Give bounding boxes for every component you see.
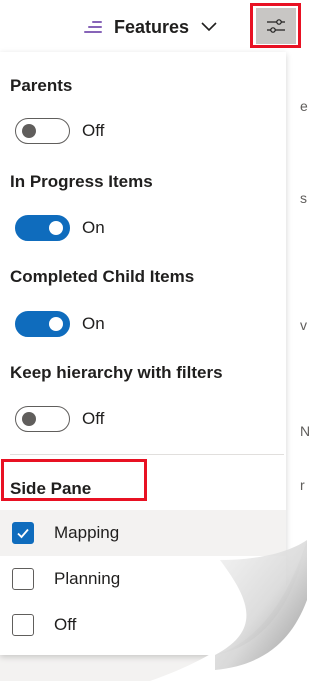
side-pane-title: Side Pane: [10, 479, 92, 498]
completed-child-items-title: Completed Child Items: [10, 267, 195, 286]
background-text: r: [300, 477, 305, 493]
checkbox[interactable]: [12, 568, 34, 590]
keep-hierarchy-toggle[interactable]: Off: [15, 406, 104, 432]
checkmark-icon: [17, 528, 29, 539]
completed-child-items-toggle[interactable]: On: [15, 311, 105, 337]
list-icon: [84, 20, 102, 34]
option-label: Planning: [54, 569, 121, 588]
toggle-state-label: On: [82, 314, 105, 333]
background-text: N: [300, 423, 311, 439]
option-label: Mapping: [54, 523, 120, 542]
option-label: Off: [54, 615, 77, 634]
checkbox[interactable]: [12, 614, 34, 636]
toggle-state-label: On: [82, 218, 105, 237]
parents-toggle[interactable]: Off: [15, 118, 104, 144]
checkbox[interactable]: [12, 522, 34, 544]
keep-hierarchy-title: Keep hierarchy with filters: [10, 363, 223, 382]
background-text: s: [300, 190, 307, 206]
side-pane-option-planning[interactable]: Planning: [0, 556, 286, 602]
parents-title: Parents: [10, 76, 73, 95]
toggle-switch[interactable]: [15, 311, 70, 337]
view-selector[interactable]: Features: [84, 10, 217, 44]
chevron-down-icon: [201, 22, 217, 32]
in-progress-items-title: In Progress Items: [10, 172, 153, 191]
side-pane-option-mapping[interactable]: Mapping: [0, 510, 286, 556]
view-selector-label: Features: [114, 16, 190, 37]
divider: [10, 454, 284, 455]
background-text: v: [300, 317, 307, 333]
toggle-state-label: Off: [82, 409, 105, 428]
toggle-switch[interactable]: [15, 118, 70, 144]
background-text: e: [300, 98, 308, 114]
top-bar: Features: [0, 0, 307, 52]
filter-options-button[interactable]: [250, 3, 301, 48]
view-options-panel: Parents Off In Progress Items On Complet…: [0, 52, 286, 655]
side-pane-option-off[interactable]: Off: [0, 602, 286, 648]
toggle-switch[interactable]: [15, 406, 70, 432]
in-progress-items-toggle[interactable]: On: [15, 215, 105, 241]
toggle-switch[interactable]: [15, 215, 70, 241]
sliders-icon: [266, 18, 285, 33]
toggle-state-label: Off: [82, 121, 105, 140]
